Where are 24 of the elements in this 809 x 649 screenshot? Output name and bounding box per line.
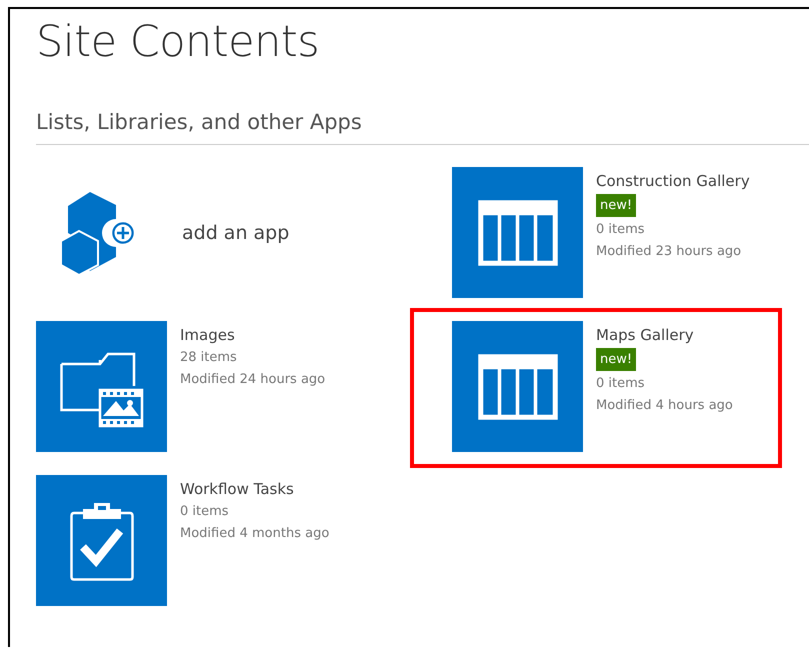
modified-time: Modified 24 hours ago: [180, 371, 326, 389]
app-title[interactable]: Construction Gallery: [596, 171, 750, 191]
item-count: 0 items: [596, 375, 645, 393]
app-title[interactable]: Maps Gallery: [596, 325, 694, 345]
clipboard-check-icon: [70, 500, 134, 580]
modified-time: Modified 4 months ago: [180, 525, 330, 543]
new-badge: new!: [596, 348, 636, 371]
app-title[interactable]: Images: [180, 325, 235, 345]
table-icon: [478, 354, 558, 420]
item-count: 0 items: [596, 221, 645, 239]
app-tile[interactable]: [452, 321, 583, 452]
add-app-link[interactable]: add an app: [182, 222, 290, 244]
section-heading: Lists, Libraries, and other Apps: [36, 109, 362, 135]
table-icon: [478, 200, 558, 266]
app-title[interactable]: Workflow Tasks: [180, 479, 294, 499]
item-count: 0 items: [180, 503, 229, 521]
page-title: Site Contents: [36, 16, 320, 67]
app-tile[interactable]: [36, 475, 167, 606]
item-count: 28 items: [180, 349, 237, 367]
new-badge: new!: [596, 194, 636, 217]
modified-time: Modified 4 hours ago: [596, 397, 733, 415]
app-tile[interactable]: [36, 321, 167, 452]
modified-time: Modified 23 hours ago: [596, 243, 742, 261]
app-tile[interactable]: [452, 167, 583, 298]
